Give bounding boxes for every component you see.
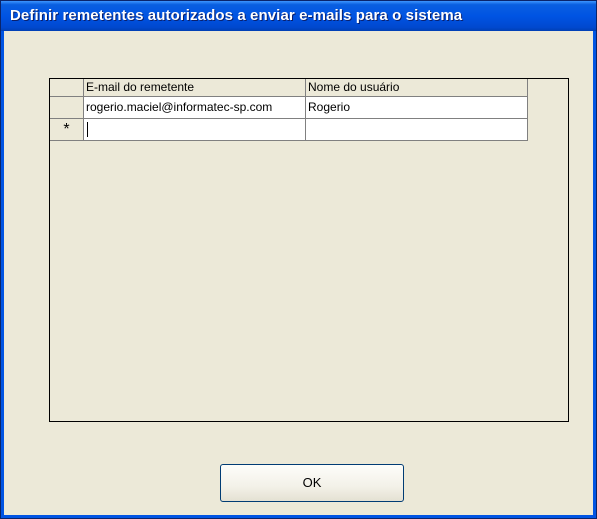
grid-corner-selector[interactable] [50, 79, 84, 97]
dialog-window: Definir remetentes autorizados a enviar … [0, 0, 597, 519]
text-caret [87, 122, 88, 137]
window-border-bottom [1, 515, 596, 518]
ok-button[interactable]: OK [220, 464, 404, 502]
row-selector[interactable] [50, 97, 84, 119]
senders-grid[interactable]: E-mail do remetente Nome do usuário roge… [49, 78, 569, 422]
window-border-left [1, 31, 4, 518]
email-cell[interactable]: rogerio.maciel@informatec-sp.com [84, 97, 306, 119]
new-username-cell[interactable] [306, 119, 528, 141]
window-border-right [593, 31, 596, 518]
column-header-email[interactable]: E-mail do remetente [84, 79, 306, 97]
window-title: Definir remetentes autorizados a enviar … [10, 7, 463, 24]
new-row-asterisk-icon[interactable]: * [50, 119, 84, 141]
title-bar[interactable]: Definir remetentes autorizados a enviar … [1, 1, 596, 31]
column-header-username[interactable]: Nome do usuário [306, 79, 528, 97]
new-email-cell[interactable] [84, 119, 306, 141]
username-cell[interactable]: Rogerio [306, 97, 528, 119]
